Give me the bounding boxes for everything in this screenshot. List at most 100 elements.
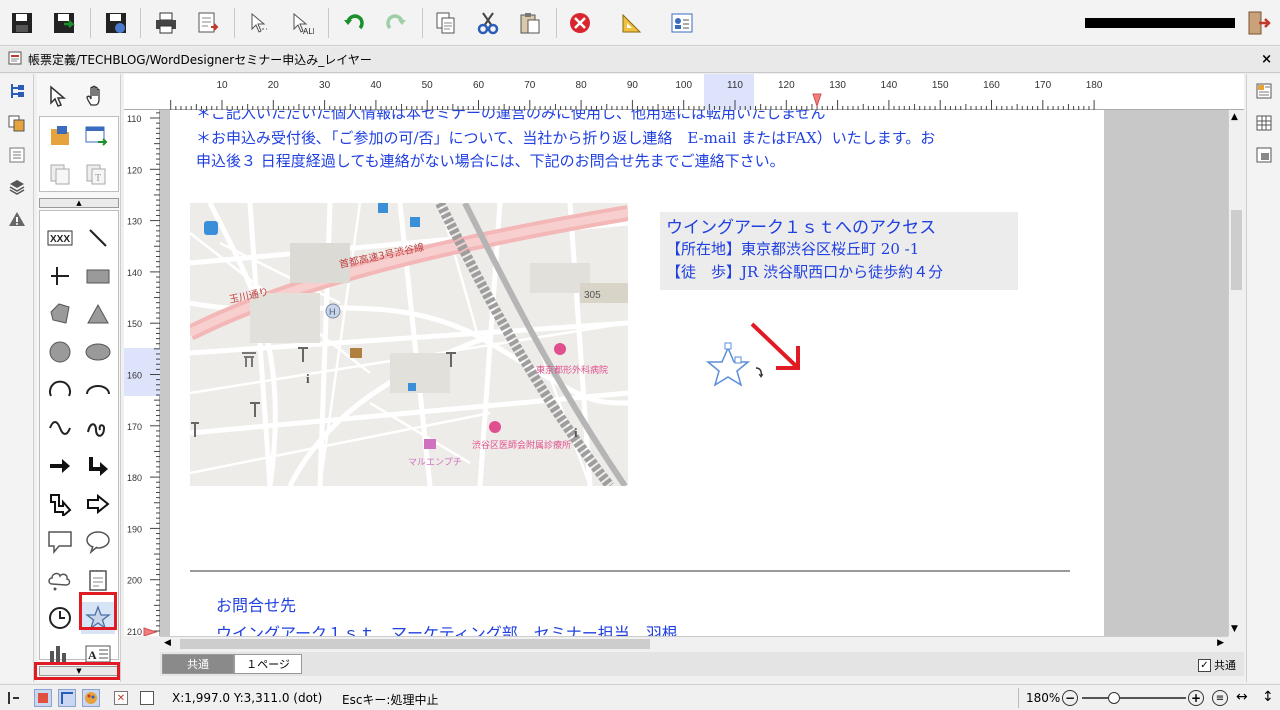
toolbar-separator <box>328 8 329 38</box>
select-icon[interactable] <box>244 7 276 39</box>
grid-panel-icon[interactable] <box>1253 112 1275 134</box>
access-map[interactable]: 305 首都高速3号渋谷線 玉川通り H 東京都形外科病院 渋谷区医師会附属診療… <box>190 203 628 486</box>
save-icon[interactable] <box>6 7 38 39</box>
callout-rect-tool-icon[interactable] <box>43 526 77 558</box>
hand-tool-icon[interactable] <box>79 80 113 112</box>
block-arrow-tool-icon[interactable] <box>81 488 115 520</box>
vertical-scroll-thumb[interactable] <box>1231 210 1242 290</box>
undo-icon[interactable] <box>338 7 370 39</box>
toolbar-separator <box>234 8 235 38</box>
save-pdf-icon[interactable] <box>100 7 132 39</box>
design-canvas[interactable]: ＊ご記入いただいた個人情報は本セミナーの運営のみに使用し、他用途には転用いたしま… <box>160 110 1228 636</box>
bent-arrow-tool-icon[interactable] <box>81 450 115 482</box>
circle-tool-icon[interactable] <box>43 336 77 368</box>
ruler-label: 110 <box>727 80 743 91</box>
table-export-icon[interactable] <box>79 120 113 152</box>
pointer-tool-icon[interactable] <box>41 80 75 112</box>
open-folder-icon[interactable] <box>43 120 77 152</box>
preview-panel-icon[interactable] <box>1253 144 1275 166</box>
curve-tool-icon[interactable] <box>81 412 115 444</box>
ruler-label: 210 <box>127 627 142 636</box>
delete-icon[interactable] <box>564 7 596 39</box>
u-turn-arrow-tool-icon[interactable] <box>43 488 77 520</box>
paste-icon[interactable] <box>514 7 546 39</box>
wave-tool-icon[interactable] <box>43 412 77 444</box>
status-bar: ✕ X:1,997.0 Y:3,311.0 (dot) Escキー:処理中止 1… <box>0 684 1280 710</box>
scroll-up-arrow[interactable]: ▲ <box>1231 112 1238 122</box>
text-template-icon[interactable]: T <box>79 158 113 190</box>
callout-oval-tool-icon[interactable] <box>81 526 115 558</box>
measure-icon[interactable] <box>616 7 648 39</box>
zoom-reset-icon[interactable]: ≡ <box>1212 690 1228 706</box>
cloud-tool-icon[interactable] <box>43 564 77 596</box>
copy-icon[interactable] <box>430 7 462 39</box>
close-document-button[interactable]: × <box>1261 52 1272 67</box>
snap-grid-toggle[interactable] <box>34 689 52 707</box>
cross-line-tool-icon[interactable] <box>43 260 77 292</box>
zoom-slider-thumb[interactable] <box>1108 692 1120 704</box>
error-toggle-icon[interactable]: ✕ <box>114 691 128 705</box>
ruler-label: 160 <box>127 371 142 381</box>
triangle-tool-icon[interactable] <box>81 298 115 330</box>
svg-text:i: i <box>306 371 310 386</box>
document-title: 帳票定義/TECHBLOG/WordDesignerセミナー申込み_レイヤー <box>28 53 372 67</box>
horizontal-scroll-thumb[interactable] <box>180 639 650 649</box>
elliptic-arc-tool-icon[interactable] <box>81 374 115 406</box>
fit-width-icon[interactable]: ↔ <box>1236 689 1248 705</box>
barcode-tool-icon[interactable]: XXX <box>43 222 77 254</box>
common-checkbox-group[interactable]: ✓ 共通 <box>1198 657 1236 673</box>
cut-icon[interactable] <box>472 7 504 39</box>
rectangle-tool-icon[interactable] <box>81 260 115 292</box>
ruler-label: 140 <box>881 80 898 91</box>
line-tool-icon[interactable] <box>81 222 115 254</box>
ruler-label: 170 <box>127 422 142 432</box>
zoom-in-icon[interactable]: + <box>1188 690 1204 706</box>
exit-icon[interactable] <box>1246 9 1272 37</box>
save-as-icon[interactable] <box>48 7 80 39</box>
print-icon[interactable] <box>150 7 182 39</box>
layers-icon[interactable] <box>6 176 28 198</box>
copy-layout-icon[interactable] <box>6 112 28 134</box>
polygon-tool-icon[interactable] <box>43 298 77 330</box>
palette-color-icon[interactable] <box>82 689 100 707</box>
form-page[interactable]: ＊ご記入いただいた個人情報は本セミナーの運営のみに使用し、他用途には転用いたしま… <box>170 110 1104 636</box>
scroll-left-arrow[interactable]: ◀ <box>164 638 171 648</box>
tab-common[interactable]: 共通 <box>162 654 234 674</box>
snap-object-toggle[interactable] <box>58 689 76 707</box>
clock-tool-icon[interactable] <box>43 602 77 634</box>
ruler-label: 10 <box>216 80 228 91</box>
tab-page-1[interactable]: １ページ <box>234 654 302 674</box>
right-panel-strip <box>1246 74 1280 682</box>
arc-tool-icon[interactable] <box>43 374 77 406</box>
access-info-box[interactable]: ウイングアーク１ｓｔへのアクセス 【所在地】東京都渋谷区桜丘町 20 -1 【徒… <box>660 212 1018 290</box>
ruler-label: 130 <box>829 80 846 91</box>
scroll-right-arrow[interactable]: ▶ <box>1217 638 1224 648</box>
properties-icon[interactable] <box>666 7 698 39</box>
horizontal-scrollbar[interactable]: ◀ ▶ <box>160 636 1228 651</box>
arrow-right-tool-icon[interactable] <box>43 450 77 482</box>
structure-tree-icon[interactable] <box>6 80 28 102</box>
duplicate-page-icon[interactable] <box>43 158 77 190</box>
common-checkbox[interactable]: ✓ <box>1198 658 1211 672</box>
property-panel-icon[interactable] <box>1253 80 1275 102</box>
scroll-down-arrow[interactable]: ▼ <box>1231 624 1238 634</box>
ruler-label: 90 <box>627 80 639 91</box>
select-all-icon[interactable]: ALL <box>286 7 318 39</box>
svg-text:XXX: XXX <box>50 234 70 245</box>
warning-icon[interactable] <box>6 208 28 230</box>
zoom-out-icon[interactable]: − <box>1062 690 1078 706</box>
redo-icon[interactable] <box>380 7 412 39</box>
main-toolbar: ALL <box>0 0 1280 46</box>
zoom-slider-track[interactable] <box>1082 697 1186 699</box>
fit-height-icon[interactable]: ↕ <box>1262 689 1274 705</box>
document-titlebar: 帳票定義/TECHBLOG/WordDesignerセミナー申込み_レイヤー × <box>0 47 1280 73</box>
print-preview-icon[interactable] <box>192 7 224 39</box>
list-icon[interactable] <box>6 144 28 166</box>
ellipse-tool-icon[interactable] <box>81 336 115 368</box>
blank-toggle[interactable] <box>140 691 154 705</box>
building-label: マルエンプチ <box>408 457 462 468</box>
palette-scroll-up[interactable]: ▲ <box>39 198 119 208</box>
followup-notice-line: 申込後３ 日程度経過しても連絡がない場合には、下記のお問合せ先までご連絡下さい。 <box>196 152 785 170</box>
vertical-scrollbar[interactable]: ▲ ▼ <box>1228 110 1244 636</box>
ruler-label: 160 <box>983 80 1000 91</box>
